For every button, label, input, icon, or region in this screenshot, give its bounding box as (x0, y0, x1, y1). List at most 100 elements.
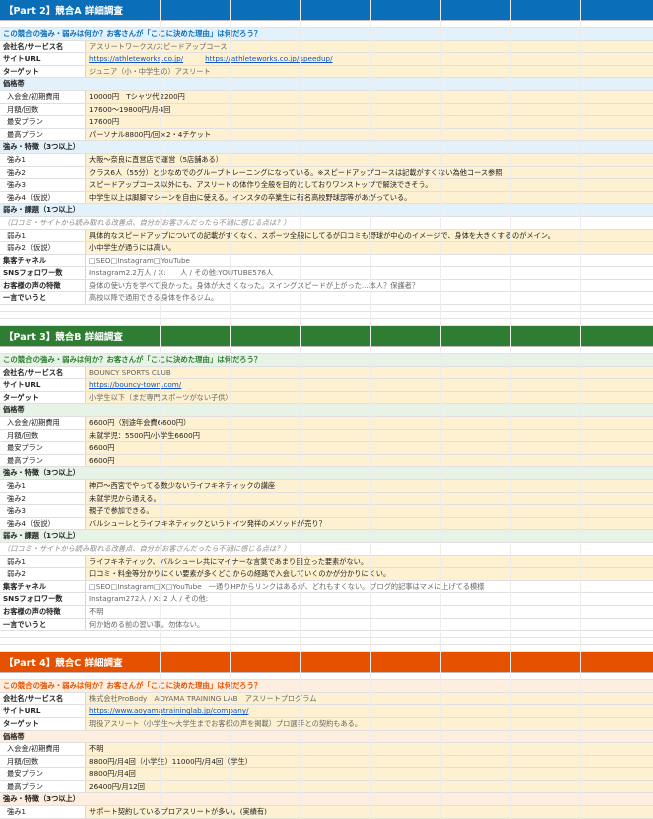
row-value[interactable]: Instagram2.2万人 / X: 人 / その他:YOUTUBE576人 (86, 267, 653, 279)
row-value[interactable]: 6600円 (86, 454, 653, 467)
row-label: 強み4（仮説） (0, 191, 86, 204)
question-row-text: この競合の強み・弱みは何か？お客さんが「ここに決めた理由」は何だろう？ (3, 681, 262, 691)
row-label: 一言でいうと (0, 618, 86, 631)
strength-section-title: 強み・特徴（3つ以上） (0, 141, 653, 154)
row-value[interactable]: 未就学児から通える。 (86, 492, 653, 505)
row-value[interactable]: Instagram272人 / X: 2 人 / その他: (86, 593, 653, 605)
row-label: お客様の声の特徴 (0, 605, 86, 618)
weakness-section-title: 弱み・課題（1つ以上） (0, 204, 653, 217)
question-row-text: この競合の強み・弱みは何か？お客さんが「ここに決めた理由」は何だろう？ (3, 355, 262, 365)
row-label: ターゲット (0, 391, 86, 404)
row-label: 強み1 (0, 153, 86, 166)
question-row: この競合の強み・弱みは何か？お客さんが「ここに決めた理由」は何だろう？ (0, 680, 653, 693)
site-link[interactable]: https://athleteworks.co.jp/ (89, 54, 183, 63)
section-header: 【Part 3】競合B 詳細調査 (0, 326, 653, 348)
table-row: サイトURL https://bouncy-town.com/ (0, 379, 653, 392)
row-value[interactable]: アスリートワークス/スピードアップコース (86, 40, 653, 53)
row-label: 弱み1 (0, 229, 86, 242)
row-value[interactable]: ライフキネティック、バルシューレ共にマイナーな言葉であまり目立った要素がない。 (86, 555, 653, 568)
table-row: 月額/回数 8800円/月4回（小学生）11000円/月4回（学生） (0, 755, 653, 769)
row-label: ターゲット (0, 65, 86, 78)
row-value[interactable]: https://bouncy-town.com/ (86, 379, 653, 391)
price-section-title: 価格帯 (0, 730, 653, 744)
table-row: サイトURL https://athleteworks.co.jp/https:/… (0, 53, 653, 66)
price-section-title: 価格帯 (0, 78, 653, 91)
question-row: この競合の強み・弱みは何か？お客さんが「ここに決めた理由」は何だろう？ (0, 28, 653, 41)
weakness-section-title: 弱み・課題（1つ以上） (0, 530, 653, 543)
row-value[interactable]: 17600〜19800円/月4回 (86, 103, 653, 116)
row-label: サイトURL (0, 53, 86, 65)
row-value[interactable]: 口コミ・料金等分かりにくい要素が多くどこからの経路で入会していくのかが分かりにく… (86, 568, 653, 580)
weakness-note: （口コミ・サイトから読み取れる改善点、自分がお客さんだったら不満に感じる点は？） (0, 542, 653, 556)
spacer-row (0, 312, 653, 320)
row-label: 強み4（仮説） (0, 517, 86, 530)
row-value[interactable]: 17600円 (86, 116, 653, 128)
table-row: 月額/回数 未就学児：5500円/小学生6600円 (0, 429, 653, 443)
row-value[interactable]: 小中学生が通うには高い。 (86, 242, 653, 254)
row-value[interactable]: 株式会社ProBody AOYAMA TRAINING LAB アスリートプログ… (86, 692, 653, 705)
row-value[interactable]: 不明 (86, 606, 653, 618)
row-value[interactable]: 6600円 (86, 442, 653, 454)
row-label: 最高プラン (0, 780, 86, 793)
table-row: 弱み2（仮説） 小中学生が通うには高い。 (0, 242, 653, 255)
table-row: 月額/回数 17600〜19800円/月4回 (0, 103, 653, 117)
row-value[interactable]: ジュニア（小・中学生の）アスリート (86, 65, 653, 78)
table-row: 最高プラン パーソナル8800円/回×2・4チケット (0, 128, 653, 142)
site-link[interactable]: https://bouncy-town.com/ (89, 380, 181, 389)
site-link[interactable]: https://www.aoyamatraininglab.jp/company… (89, 706, 249, 715)
row-value[interactable]: □SEO□Instagram□X□YouTube 一通りHPからリンクはあるが、… (86, 581, 653, 593)
row-label: 最安プラン (0, 116, 86, 128)
spacer-row (0, 638, 653, 646)
table-row: 弱み1 ライフキネティック、バルシューレ共にマイナーな言葉であまり目立った要素がな… (0, 555, 653, 569)
row-value[interactable]: 10000円 Tシャツ代2200円 (86, 90, 653, 103)
row-value[interactable]: 大阪〜奈良に直営店で運営（5店舗ある） (86, 153, 653, 166)
table-row: 強み4（仮説） バルシューレとライフキネティックというドイツ発祥のメソッドが売り？ (0, 517, 653, 531)
row-value[interactable]: https://athleteworks.co.jp/https://athle… (86, 53, 653, 65)
row-value[interactable]: 親子で参加できる。 (86, 505, 653, 517)
site-link[interactable]: https://athleteworks.co.jp/speedup/ (205, 54, 332, 63)
row-label: 入会金/初期費用 (0, 743, 86, 755)
table-row: 入会金/初期費用 不明 (0, 743, 653, 756)
row-value[interactable]: バルシューレとライフキネティックというドイツ発祥のメソッドが売り？ (86, 517, 653, 530)
row-value[interactable]: 中学生以上は脚脚マシーンを自由に使える。インスタの卒業生に有名高校野球部等があが… (86, 191, 653, 204)
row-value[interactable]: https://www.aoyamatraininglab.jp/company… (86, 705, 653, 717)
table-row: 会社名/サービス名 BOUNCY SPORTS CLUB (0, 366, 653, 380)
price-section-title: 価格帯 (0, 404, 653, 418)
row-label: サイトURL (0, 379, 86, 391)
row-label: 最安プラン (0, 442, 86, 454)
row-value[interactable]: クラス6人（55分）と少なめでのグループトレーニングになっている。※スピードアッ… (86, 166, 653, 179)
price-section-title-text: 価格帯 (3, 79, 25, 89)
row-value[interactable]: 高校以降で通用できる身体を作るジム。 (86, 292, 653, 304)
weakness-section-title-text: 弱み・課題（1つ以上） (3, 531, 80, 541)
row-value[interactable]: 26400円/月12回 (86, 780, 653, 793)
row-value[interactable]: BOUNCY SPORTS CLUB (86, 366, 653, 379)
row-value[interactable]: パーソナル8800円/回×2・4チケット (86, 128, 653, 141)
weakness-note: （口コミ・サイトから読み取れる改善点、自分がお客さんだったら不満に感じる点は？） (0, 216, 653, 230)
row-label: 会社名/サービス名 (0, 692, 86, 705)
row-label: 強み3 (0, 505, 86, 517)
row-value[interactable]: □SEO□Instagram□YouTube (86, 255, 653, 267)
spacer-row (0, 631, 653, 639)
row-value[interactable]: 8800円/月4回（小学生）11000円/月4回（学生） (86, 755, 653, 768)
table-row: ターゲット 現役アスリート（小学生〜大学生までお客様の声を掲載）プロ選手との契約も… (0, 717, 653, 731)
table-row: 強み3 スピードアップコース以外にも、アスリートの体作り全般を目的としておりワンス… (0, 179, 653, 192)
row-value[interactable]: 身体の使い方を学べて良かった。身体が大きくなった。スイングスピードが上がった..… (86, 280, 653, 292)
weakness-note-text: （口コミ・サイトから読み取れる改善点、自分がお客さんだったら不満に感じる点は？） (3, 217, 291, 227)
row-value[interactable]: 8800円/月4回 (86, 768, 653, 780)
weakness-section-title-text: 弱み・課題（1つ以上） (3, 205, 80, 215)
weakness-note-text: （口コミ・サイトから読み取れる改善点、自分がお客さんだったら不満に感じる点は？） (3, 543, 291, 553)
row-value[interactable]: 何か始める前の習い事。勿体ない。 (86, 619, 653, 631)
row-label: サイトURL (0, 705, 86, 717)
row-value[interactable]: サポート契約しているプロアスリートが多い。(実績有) (86, 806, 653, 818)
row-value[interactable]: 未就学児：5500円/小学生6600円 (86, 429, 653, 442)
row-label: 月額/回数 (0, 755, 86, 768)
row-value[interactable]: 小学生以下（まだ専門スポーツがない子供） (86, 391, 653, 404)
row-value[interactable]: 現役アスリート（小学生〜大学生までお客様の声を掲載）プロ選手との契約もある。 (86, 717, 653, 730)
question-row: この競合の強み・弱みは何か？お客さんが「ここに決めた理由」は何だろう？ (0, 354, 653, 367)
row-value[interactable]: 6600円（別途年会費6600円） (86, 417, 653, 429)
table-row: 強み1 大阪〜奈良に直営店で運営（5店舗ある） (0, 153, 653, 167)
row-value[interactable]: スピードアップコース以外にも、アスリートの体作り全般を目的としておりワンストップ… (86, 179, 653, 191)
row-value[interactable]: 不明 (86, 743, 653, 755)
row-value[interactable]: 具体的なスピードアップについての記載がすくなく、スポーツ全般にしてるが口コミも野… (86, 229, 653, 242)
row-value[interactable]: 神戸〜西宮でやってる数少ないライフキネティックの講座 (86, 480, 653, 492)
